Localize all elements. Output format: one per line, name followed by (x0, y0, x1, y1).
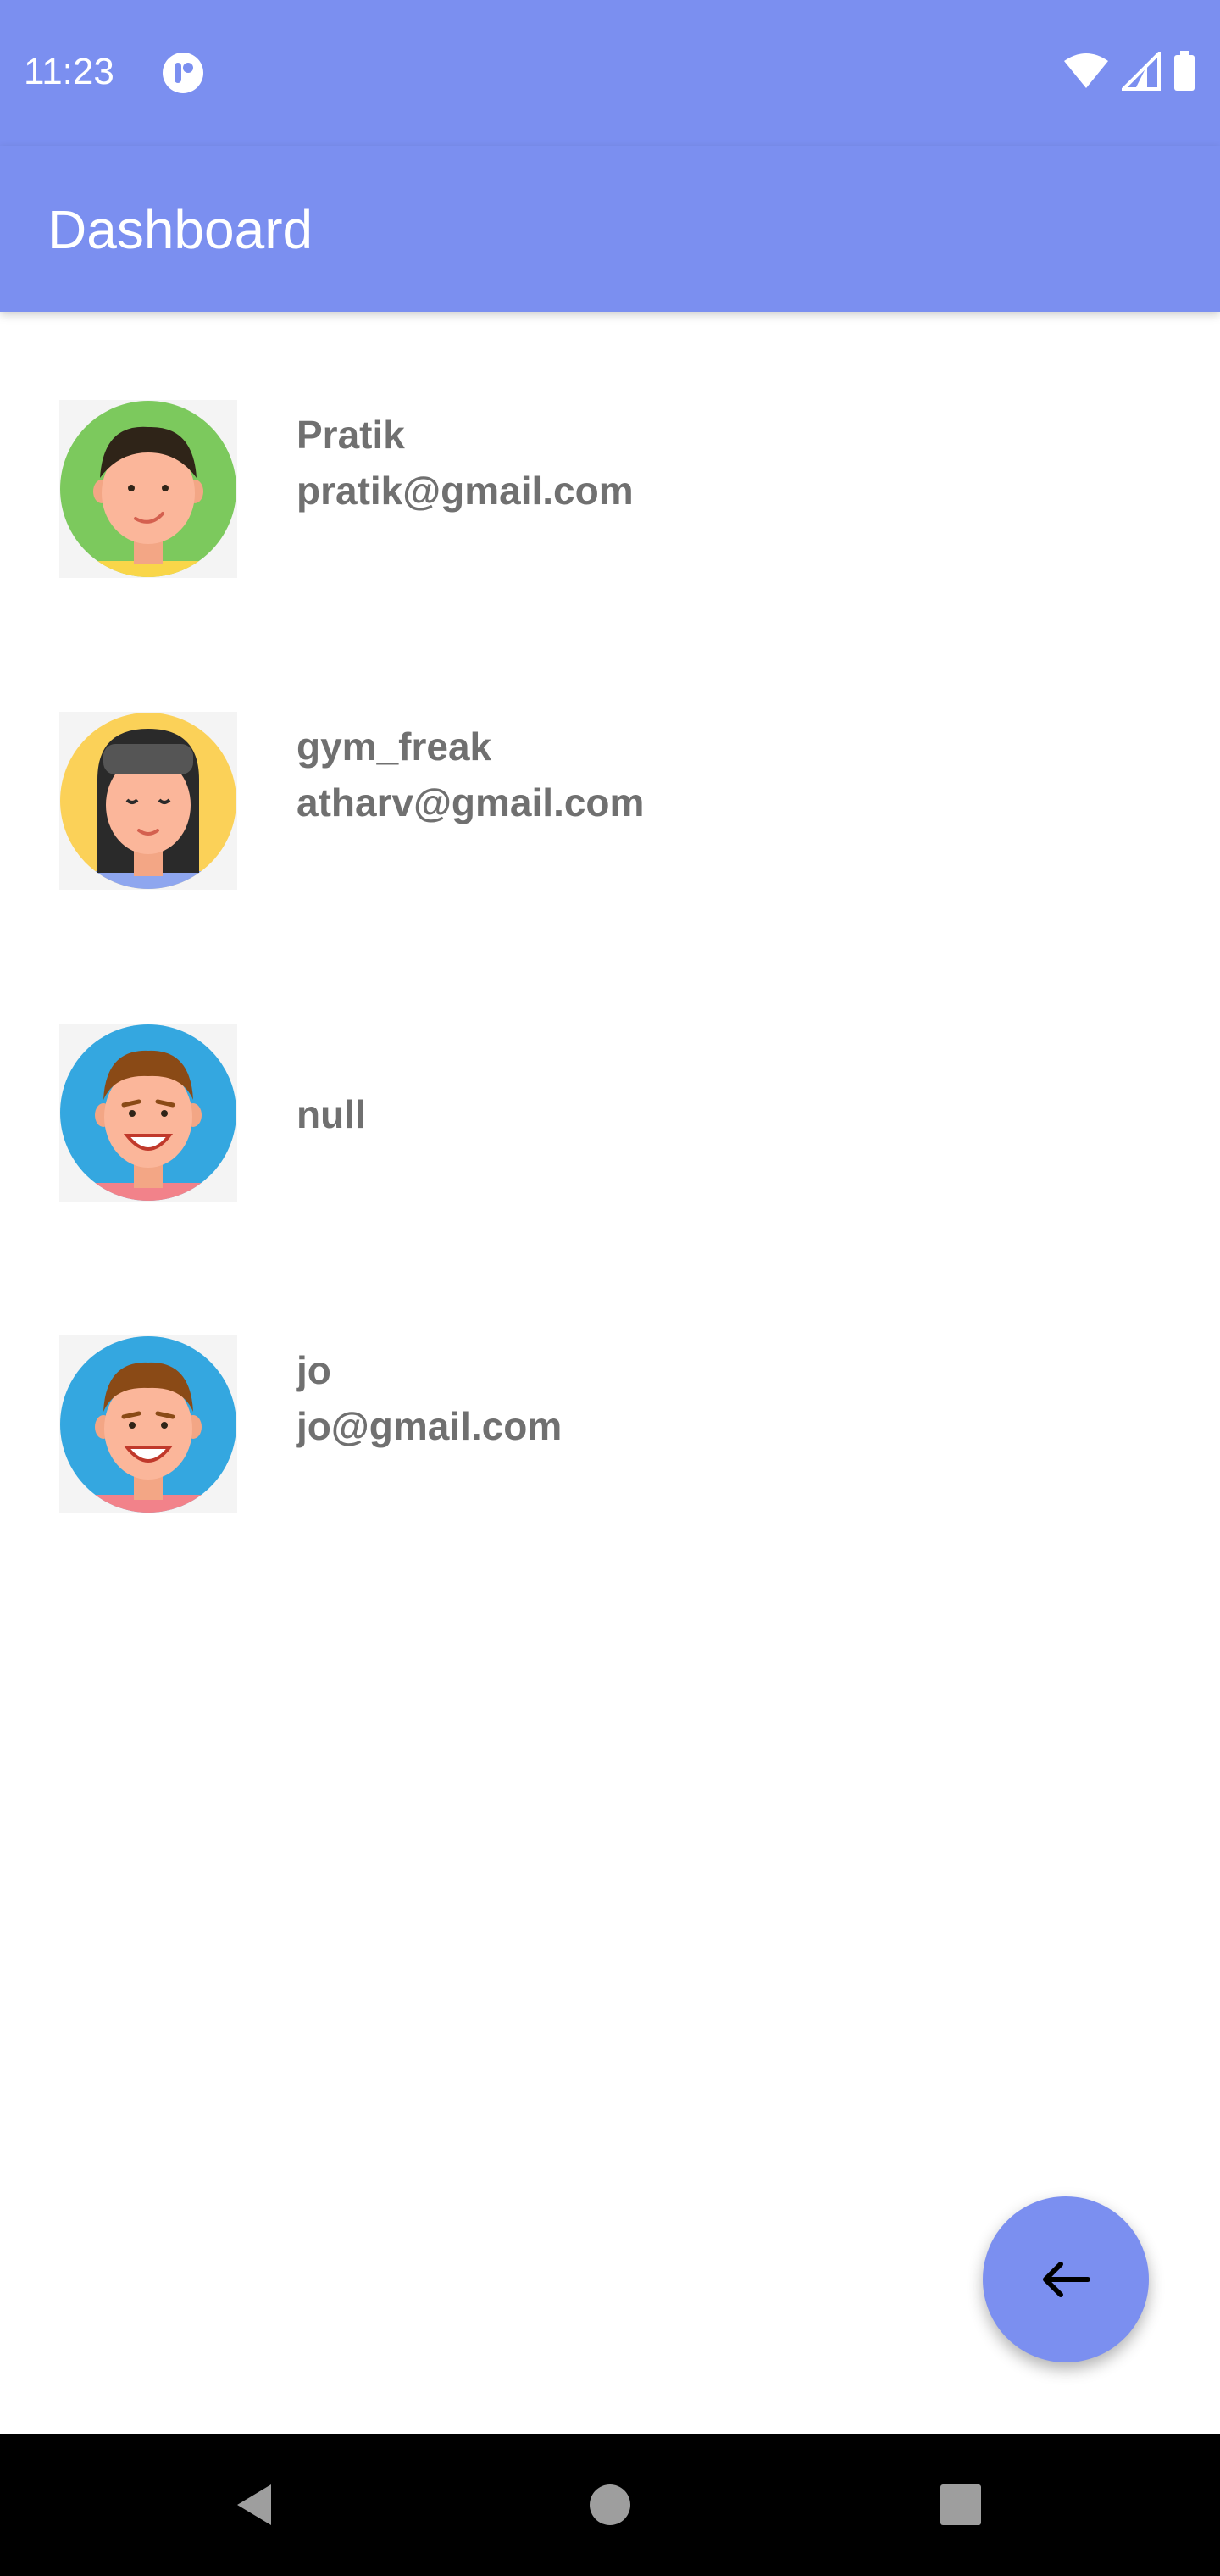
user-name: null (297, 1092, 366, 1136)
arrow-back-icon (1043, 2262, 1090, 2297)
nav-back-button[interactable] (222, 2471, 290, 2539)
user-name: gym_freak (297, 724, 492, 769)
back-fab-button[interactable] (983, 2196, 1149, 2362)
battery-icon (1173, 50, 1196, 96)
user-email: jo@gmail.com (297, 1404, 563, 1448)
male-avatar-icon (60, 1024, 236, 1201)
avatar (59, 400, 237, 578)
list-item[interactable]: jo jo@gmail.com (0, 1247, 1220, 1559)
cellular-signal-icon (1119, 48, 1161, 95)
avatar (59, 1024, 237, 1202)
system-nav-bar (0, 2434, 1220, 2576)
back-triangle-icon (237, 2484, 271, 2525)
app-bar: Dashboard (0, 146, 1220, 312)
home-circle-icon (590, 2484, 630, 2525)
user-name: Pratik (297, 413, 405, 457)
recents-square-icon (940, 2484, 981, 2525)
status-time: 11:23 (24, 51, 114, 92)
list-item[interactable]: null (0, 935, 1220, 1247)
list-item[interactable]: gym_freak atharv@gmail.com (0, 624, 1220, 935)
list-item[interactable]: Pratik pratik@gmail.com (0, 312, 1220, 624)
female-avatar-icon (60, 713, 236, 889)
app-notification-icon (161, 51, 205, 95)
avatar (59, 1335, 237, 1513)
wifi-icon (1062, 53, 1110, 94)
status-bar: 11:23 (0, 0, 1220, 146)
male-avatar-icon (60, 401, 236, 577)
male-avatar-icon (60, 1336, 236, 1513)
page-title: Dashboard (47, 199, 313, 260)
nav-recents-button[interactable] (927, 2471, 995, 2539)
nav-home-button[interactable] (576, 2471, 644, 2539)
avatar (59, 712, 237, 890)
user-name: jo (297, 1348, 331, 1392)
user-email: atharv@gmail.com (297, 780, 645, 824)
user-email: pratik@gmail.com (297, 469, 634, 513)
